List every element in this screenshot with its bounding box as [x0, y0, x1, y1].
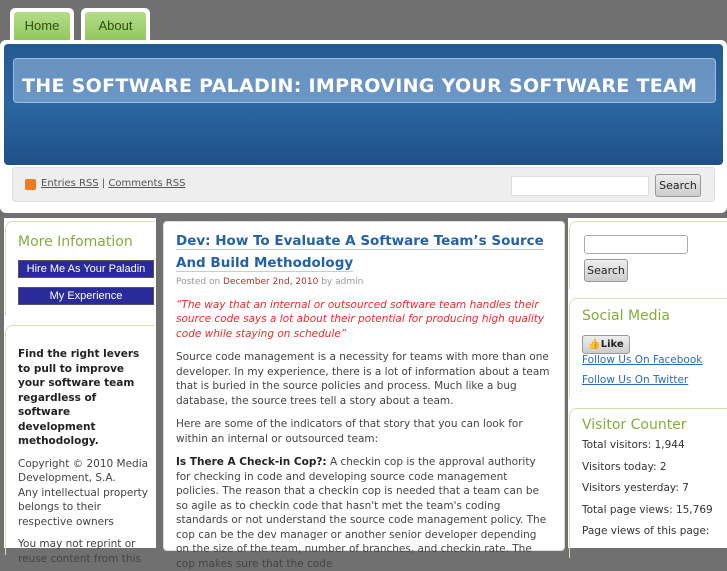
my-experience-button[interactable]: My Experience — [18, 287, 154, 305]
twitter-link[interactable]: Follow Us On Twitter — [582, 374, 727, 386]
tab-about-label[interactable]: About — [85, 12, 146, 42]
facebook-link[interactable]: Follow Us On Facebook — [582, 354, 727, 366]
site-title[interactable]: THE SOFTWARE PALADIN: IMPROVING YOUR SOF… — [22, 74, 702, 98]
search-widget: Search — [569, 221, 727, 289]
post-meta: Posted on December 2nd, 2010 by admin — [176, 277, 364, 287]
sidebar-search-input[interactable] — [584, 235, 688, 254]
widget-title: Social Media — [582, 308, 671, 324]
comments-rss-link[interactable]: Comments RSS — [108, 178, 185, 189]
widget-title: More Infomation — [18, 234, 133, 250]
ip-notice: Any intellectual property belongs to the… — [18, 486, 149, 528]
more-info-widget: More Infomation Hire Me As Your Paladin … — [5, 221, 155, 316]
reprint-notice: You may not reprint or reuse content fro… — [18, 538, 141, 565]
rss-icon — [25, 179, 36, 190]
stat-total-visitors: Total visitors: 1,944 — [582, 439, 685, 451]
social-media-widget: Social Media 👍Like Follow Us On Facebook… — [569, 298, 727, 398]
paragraph: Source code management is a necessity fo… — [176, 351, 550, 407]
hire-me-button[interactable]: Hire Me As Your Paladin — [18, 260, 154, 278]
separator: | — [101, 178, 106, 189]
post-quote: “The way that an internal or outsourced … — [176, 298, 545, 340]
stat-visitors-yesterday: Visitors yesterday: 7 — [582, 482, 689, 494]
entries-rss-link[interactable]: Entries RSS — [41, 178, 99, 189]
thumbs-up-icon: 👍 — [588, 339, 601, 350]
sub-bar: Entries RSS | Comments RSS Search — [12, 167, 715, 202]
left-sidebar: More Infomation Hire Me As Your Paladin … — [4, 218, 156, 565]
paragraph: Here are some of the indicators of that … — [176, 418, 523, 445]
copyright: Copyright © 2010 Media Development, S.A. — [18, 457, 149, 485]
about-widget: Find the right levers to pull to improve… — [5, 325, 155, 565]
header: THE SOFTWARE PALADIN: IMPROVING YOUR SOF… — [0, 40, 727, 213]
post-date[interactable]: December 2nd, 2010 — [223, 277, 318, 287]
paragraph: Is There A Check-in Cop?: A checkin cop … — [176, 456, 547, 570]
header-search-input[interactable] — [511, 176, 649, 196]
tagline: Find the right levers to pull to improve… — [18, 348, 140, 447]
sidebar-search-button[interactable]: Search — [584, 259, 628, 282]
stat-visitors-today: Visitors today: 2 — [582, 460, 667, 473]
stat-total-page-views: Total page views: 15,769 — [582, 503, 713, 516]
widget-title: Visitor Counter — [582, 417, 687, 433]
header-banner: THE SOFTWARE PALADIN: IMPROVING YOUR SOF… — [4, 44, 723, 165]
stat-page-views-this-page: Page views of this page: — [582, 525, 710, 537]
tab-home[interactable]: Home — [10, 8, 74, 42]
right-sidebar: Search Social Media 👍Like Follow Us On F… — [568, 218, 727, 558]
visitor-counter-widget: Visitor Counter Total visitors: 1,944 Vi… — [569, 408, 727, 558]
post: Dev: How To Evaluate A Software Team’s S… — [163, 221, 565, 570]
header-search-button[interactable]: Search — [655, 174, 701, 197]
post-title[interactable]: Dev: How To Evaluate A Software Team’s S… — [176, 230, 546, 274]
tab-home-label[interactable]: Home — [14, 12, 70, 42]
facebook-like-button[interactable]: 👍Like — [582, 335, 630, 354]
tab-about[interactable]: About — [81, 8, 150, 42]
